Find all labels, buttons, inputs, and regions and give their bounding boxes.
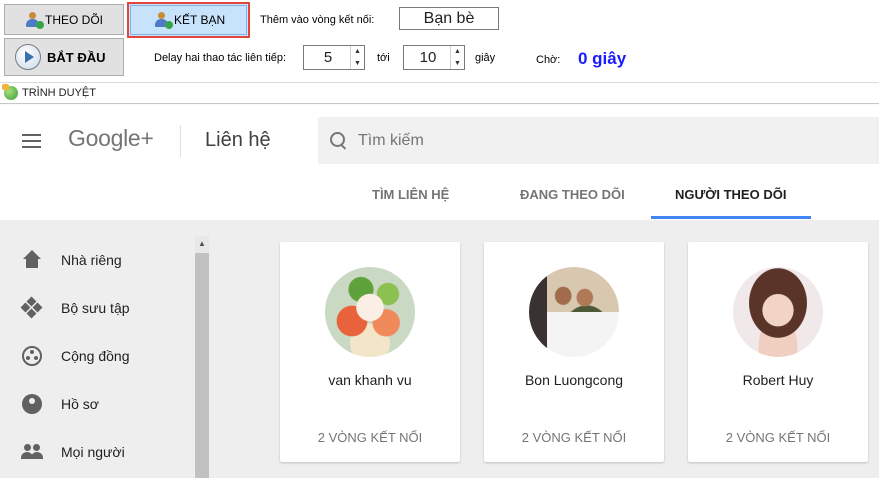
tab-following[interactable]: ĐANG THEO DÕI	[520, 187, 625, 202]
delay-to-value: 10	[419, 49, 437, 66]
start-button[interactable]: BẮT ĐẦU	[4, 38, 124, 76]
delay-from-value: 5	[323, 49, 333, 66]
sidebar-item-label: Hồ sơ	[61, 396, 99, 412]
stepper-up-icon[interactable]: ▲	[351, 46, 364, 58]
profile-icon	[20, 392, 44, 416]
start-button-label: BẮT ĐẦU	[47, 49, 106, 65]
circle-count: 2 VÒNG KẾT NỐI	[725, 430, 831, 445]
search-bar[interactable]	[318, 117, 879, 164]
app-toolbar: THEO DÕI KẾT BẠN BẮT ĐẦU Thêm vào vòng k…	[0, 0, 879, 80]
stepper-down-icon[interactable]: ▼	[451, 58, 464, 70]
avatar[interactable]	[325, 267, 415, 357]
person-name[interactable]: Bon Luongcong	[484, 372, 664, 388]
add-friend-button[interactable]: KẾT BẠN	[127, 2, 250, 38]
people-icon	[20, 440, 44, 464]
person-card[interactable]: Robert Huy 2 VÒNG KẾT NỐI	[688, 242, 868, 462]
person-card[interactable]: van khanh vu 2 VÒNG KẾT NỐI	[280, 242, 460, 462]
delay-to-stepper[interactable]: 10 ▲ ▼	[403, 45, 465, 70]
follow-button[interactable]: THEO DÕI	[4, 4, 124, 35]
search-icon[interactable]	[330, 131, 348, 150]
add-person-icon	[154, 12, 173, 29]
avatar[interactable]	[733, 267, 823, 357]
circle-name-field[interactable]: Bạn bè	[399, 7, 499, 30]
person-name[interactable]: van khanh vu	[280, 372, 460, 388]
stepper-up-icon[interactable]: ▲	[451, 46, 464, 58]
gplus-header: Google+ Liên hệ TÌM LIÊN HỆ ĐANG THEO DÕ…	[0, 105, 879, 220]
menu-icon[interactable]	[22, 134, 41, 148]
communities-icon	[20, 344, 44, 368]
sidebar: Nhà riêng Bộ sưu tập Cộng đồng Hồ sơ Mọi…	[0, 220, 195, 478]
add-friend-button-label: KẾT BẠN	[174, 13, 226, 27]
sidebar-scrollbar[interactable]: ▲	[195, 236, 209, 478]
wait-countdown: 0 giây	[578, 49, 627, 68]
scrollbar-thumb[interactable]	[195, 253, 209, 478]
tab-find-contacts[interactable]: TÌM LIÊN HỆ	[372, 187, 449, 202]
home-icon	[20, 248, 44, 272]
sidebar-item-label: Nhà riêng	[61, 252, 122, 268]
sidebar-item-home[interactable]: Nhà riêng	[0, 240, 195, 280]
google-plus-logo[interactable]: Google+	[68, 125, 154, 152]
sidebar-item-people[interactable]: Mọi người	[0, 432, 195, 472]
follow-button-label: THEO DÕI	[45, 12, 104, 27]
main-content: Nhà riêng Bộ sưu tập Cộng đồng Hồ sơ Mọi…	[0, 220, 879, 478]
add-circle-label: Thêm vào vòng kết nối:	[260, 14, 375, 26]
sidebar-item-collections[interactable]: Bộ sưu tập	[0, 288, 195, 328]
person-card[interactable]: Bon Luongcong 2 VÒNG KẾT NỐI	[484, 242, 664, 462]
circle-count: 2 VÒNG KẾT NỐI	[521, 430, 627, 445]
browser-tab[interactable]: TRÌNH DUYỆT	[0, 82, 879, 104]
circle-count: 2 VÒNG KẾT NỐI	[317, 430, 423, 445]
seconds-label: giây	[475, 52, 496, 64]
person-name[interactable]: Robert Huy	[688, 372, 868, 388]
avatar[interactable]	[529, 267, 619, 357]
header-divider	[180, 125, 181, 157]
tab-followers[interactable]: NGƯỜI THEO DÕI	[675, 187, 786, 202]
sidebar-item-label: Cộng đồng	[61, 348, 130, 364]
browser-tab-label: TRÌNH DUYỆT	[22, 87, 96, 99]
globe-icon	[2, 84, 18, 100]
to-label: tới	[377, 52, 390, 64]
scroll-up-icon[interactable]: ▲	[195, 236, 209, 251]
sidebar-item-label: Mọi người	[61, 444, 125, 460]
stepper-down-icon[interactable]: ▼	[351, 58, 364, 70]
active-tab-indicator	[651, 216, 811, 219]
wait-label: Chờ:	[536, 54, 561, 66]
sidebar-item-communities[interactable]: Cộng đồng	[0, 336, 195, 376]
delay-from-stepper[interactable]: 5 ▲ ▼	[303, 45, 365, 70]
sidebar-item-label: Bộ sưu tập	[61, 300, 130, 316]
collections-icon	[20, 296, 44, 320]
play-icon	[15, 44, 41, 70]
search-input[interactable]	[358, 131, 758, 150]
page-title: Liên hệ	[205, 129, 271, 151]
delay-label: Delay hai thao tác liên tiếp:	[154, 52, 287, 64]
sidebar-item-profile[interactable]: Hồ sơ	[0, 384, 195, 424]
add-person-icon	[25, 11, 44, 29]
